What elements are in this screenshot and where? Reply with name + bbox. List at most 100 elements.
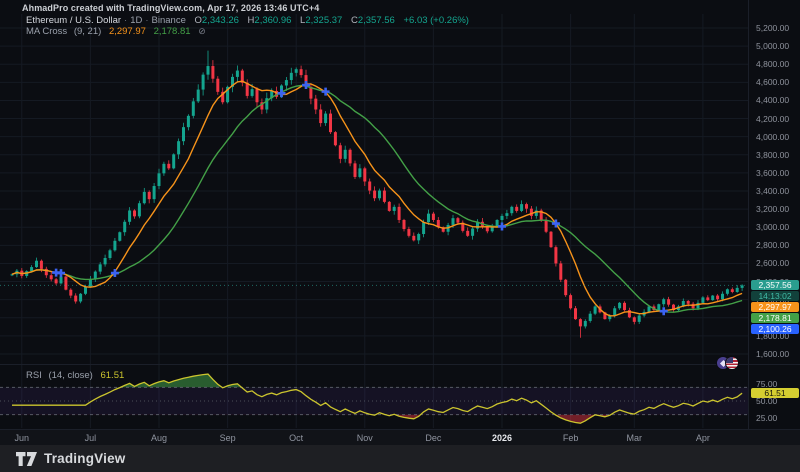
tradingview-logo-icon[interactable] [16, 451, 37, 466]
candle-body [368, 181, 372, 191]
candle-body [162, 163, 166, 174]
ma-cross-params: (9, 21) [73, 26, 102, 37]
candle-body [186, 115, 190, 128]
watermark-text: AhmadPro created with TradingView.com, A… [22, 3, 320, 13]
candle-body [725, 289, 729, 294]
rsi-legend-row[interactable]: RSI (14, close) 61.51 [26, 370, 124, 381]
time-axis-label: Apr [695, 433, 710, 443]
rsi-tick-label: 25.00 [756, 413, 778, 423]
candle-body [206, 66, 210, 75]
candle-body [353, 163, 357, 177]
symbol-legend-row[interactable]: Ethereum / U.S. Dollar · 1D · Binance O2,343… [26, 15, 469, 26]
price-axis-badge: 2,178.81 [751, 312, 799, 323]
candle-body [343, 149, 347, 159]
candle-body [74, 295, 78, 302]
candle-body [520, 204, 524, 211]
candle-body [711, 295, 715, 301]
time-axis-label: Jun [14, 433, 30, 443]
candle-body [314, 98, 318, 110]
ma-cross-legend-row[interactable]: MA Cross (9, 21) 2,297.97 2,178.81 ⊘ [26, 26, 469, 37]
candle-body [417, 234, 421, 241]
candle-body [569, 295, 573, 309]
candle-body [422, 222, 426, 235]
price-tick-label: 5,200.00 [756, 23, 790, 33]
candle-body [407, 229, 411, 236]
candle-body [64, 276, 68, 290]
time-axis-label: Dec [425, 433, 442, 443]
candle-body [294, 69, 298, 73]
candle-body [505, 213, 509, 216]
candle-body [69, 289, 73, 296]
candle-body [583, 320, 587, 327]
candle-body [637, 315, 641, 322]
candle-body [358, 168, 362, 177]
candle-body [191, 101, 195, 116]
price-chart-canvas[interactable] [0, 0, 800, 472]
ma-cross-marker-icon [659, 307, 668, 316]
ma-fast-value: 2,297.97 [108, 26, 146, 37]
candle-body [402, 219, 406, 230]
candle-body [118, 232, 122, 241]
candle-body [319, 109, 323, 124]
candle-body [451, 218, 455, 225]
rsi-params: (14, close) [48, 370, 93, 381]
price-axis-badge: 2,297.97 [751, 301, 799, 312]
candle-body [554, 247, 558, 264]
time-axis-label: Jul [84, 433, 97, 443]
price-tick-label: 4,400.00 [756, 95, 790, 106]
ma-cross-marker-icon [57, 269, 65, 278]
candle-body [701, 297, 705, 303]
symbol-title: Ethereum / U.S. Dollar [26, 15, 122, 26]
candle-body [623, 302, 626, 311]
candle-body [103, 258, 107, 265]
interval-label[interactable]: 1D [130, 15, 142, 26]
candle-body [30, 267, 34, 272]
ma-cross-marker-icon [498, 222, 506, 231]
candle-body [431, 213, 435, 220]
tradingview-brand-text[interactable]: TradingView [44, 451, 125, 466]
hide-indicator-icon[interactable]: ⊘ [198, 26, 206, 36]
candle-body [373, 190, 377, 199]
ma-cross-name: MA Cross [26, 26, 68, 37]
candle-body [574, 308, 577, 320]
candle-body [564, 279, 568, 296]
candle-body [456, 218, 460, 223]
price-tick-label: 4,600.00 [756, 77, 790, 88]
candle-body [84, 286, 87, 294]
time-axis-label: Oct [289, 433, 304, 443]
candle-body [667, 299, 671, 305]
candle-body [108, 250, 112, 259]
candle-body [128, 210, 132, 222]
time-axis[interactable]: Jun Jul Aug Sep Oct Nov Dec 2026 Feb Mar Apr [0, 429, 800, 445]
change-value: +6.03 (+0.26%) [403, 15, 469, 26]
open-value: 2,343.26 [201, 15, 239, 26]
price-tick-label: 4,200.00 [756, 113, 790, 124]
candle-body [255, 89, 259, 103]
price-tick-label: 3,400.00 [756, 186, 790, 196]
candle-body [647, 306, 651, 312]
candle-body [716, 295, 720, 300]
candle-body [735, 287, 739, 292]
candle-body [382, 190, 386, 202]
candle-body [378, 190, 381, 199]
price-axis-badge: 2,357.56 [751, 279, 799, 290]
open-label: O [194, 15, 202, 26]
candle-body [79, 293, 83, 302]
exchange-label: Binance [151, 15, 186, 26]
candle-body [578, 319, 582, 327]
candle-body [706, 297, 710, 301]
separator: · [124, 15, 128, 26]
time-axis-label: 2026 [491, 433, 513, 443]
us-dollar-flag-icon [725, 356, 739, 370]
candle-body [152, 186, 156, 200]
candle-body [559, 263, 563, 280]
price-axis[interactable]: 1,600.001,800.002,000.002,200.002,400.00… [748, 0, 800, 429]
candle-body [167, 163, 171, 169]
rsi-axis-badge: 61.51 [751, 388, 799, 399]
time-axis-label: Nov [356, 433, 373, 443]
candle-body [593, 306, 597, 314]
candle-body [525, 204, 528, 209]
candle-body [329, 113, 332, 133]
price-tick-label: 5,000.00 [756, 41, 790, 52]
candle-body [632, 317, 636, 322]
